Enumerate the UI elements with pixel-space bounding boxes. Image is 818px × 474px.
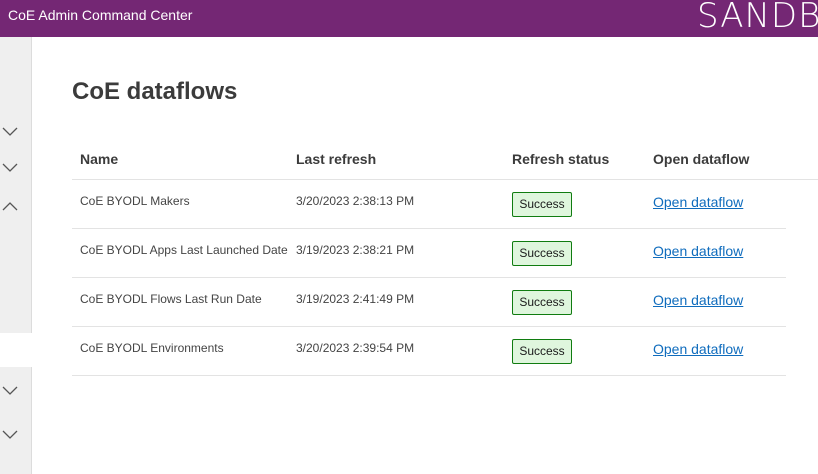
sidebar-selected-gap [0,333,32,367]
status-badge: Success [512,290,572,315]
column-header-name[interactable]: Name [80,151,118,167]
status-badge: Success [512,339,572,364]
last-refresh: 3/19/2023 2:41:49 PM [296,292,415,306]
status-badge: Success [512,241,572,266]
last-refresh: 3/20/2023 2:39:54 PM [296,341,415,355]
table-header: Name Last refresh Refresh status Open da… [72,140,818,180]
last-refresh: 3/19/2023 2:38:21 PM [296,243,415,257]
column-header-last-refresh[interactable]: Last refresh [296,151,376,167]
sidebar [0,37,32,474]
chevron-up-icon[interactable] [2,201,18,213]
page-title: CoE dataflows [72,78,238,105]
table-row: CoE BYODL Apps Last Launched Date 3/19/2… [72,229,786,278]
status-badge: Success [512,192,572,217]
dataflow-name: CoE BYODL Environments [80,341,224,355]
open-dataflow-link[interactable]: Open dataflow [653,243,743,259]
chevron-down-icon[interactable] [2,386,18,398]
open-dataflow-link[interactable]: Open dataflow [653,341,743,357]
chevron-down-icon[interactable] [2,163,18,175]
column-header-refresh-status[interactable]: Refresh status [512,151,609,167]
dataflow-name: CoE BYODL Flows Last Run Date [80,292,262,306]
table-row: CoE BYODL Environments 3/20/2023 2:39:54… [72,327,786,376]
dataflow-name: CoE BYODL Apps Last Launched Date [80,243,288,257]
open-dataflow-link[interactable]: Open dataflow [653,292,743,308]
dataflows-table: Name Last refresh Refresh status Open da… [72,140,818,376]
chevron-down-icon[interactable] [2,430,18,442]
top-bar: CoE Admin Command Center SANDB [0,0,818,37]
table-row: CoE BYODL Makers 3/20/2023 2:38:13 PM Su… [72,180,786,229]
open-dataflow-link[interactable]: Open dataflow [653,194,743,210]
table-row: CoE BYODL Flows Last Run Date 3/19/2023 … [72,278,786,327]
column-header-open-dataflow[interactable]: Open dataflow [653,151,749,167]
chevron-down-icon[interactable] [2,127,18,139]
environment-label: SANDB [697,0,818,36]
app-title: CoE Admin Command Center [8,7,193,23]
dataflow-name: CoE BYODL Makers [80,194,190,208]
last-refresh: 3/20/2023 2:38:13 PM [296,194,415,208]
